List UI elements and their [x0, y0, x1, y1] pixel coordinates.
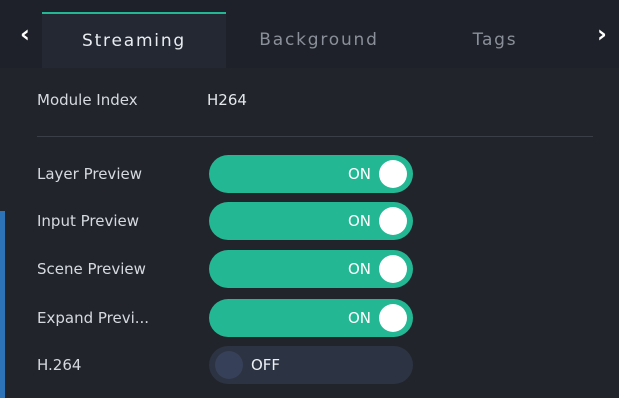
toggle-knob [379, 160, 407, 188]
tab-streaming[interactable]: Streaming [42, 12, 226, 68]
chevron-right-icon[interactable]: › [592, 19, 612, 49]
h264-label: H.264 [37, 356, 82, 374]
toggle-state-text: ON [347, 260, 371, 278]
divider [37, 136, 593, 137]
toggle-knob [379, 255, 407, 283]
toggle-state-text: ON [347, 212, 371, 230]
scene-preview-toggle[interactable]: ON [209, 250, 413, 288]
h264-toggle[interactable]: OFF [209, 346, 413, 384]
toggle-knob [215, 351, 243, 379]
input-preview-label: Input Preview [37, 212, 139, 230]
layer-preview-label: Layer Preview [37, 165, 142, 183]
expand-preview-toggle[interactable]: ON [209, 299, 413, 337]
toggle-state-text: ON [347, 309, 371, 327]
tab-background[interactable]: Background [226, 12, 412, 68]
toggle-state-text: ON [347, 165, 371, 183]
toggle-state-text: OFF [251, 356, 281, 374]
module-index-value: H264 [207, 91, 247, 109]
toggle-knob [379, 207, 407, 235]
tab-bar: ‹ Streaming Background Tags › [0, 0, 619, 68]
scene-preview-label: Scene Preview [37, 260, 146, 278]
layer-preview-toggle[interactable]: ON [209, 155, 413, 193]
tab-tags[interactable]: Tags [412, 12, 578, 68]
side-accent-bar [0, 211, 5, 398]
toggle-knob [379, 304, 407, 332]
module-index-label: Module Index [37, 91, 138, 109]
chevron-left-icon[interactable]: ‹ [15, 19, 35, 49]
input-preview-toggle[interactable]: ON [209, 202, 413, 240]
expand-preview-label: Expand Previ... [37, 309, 150, 327]
